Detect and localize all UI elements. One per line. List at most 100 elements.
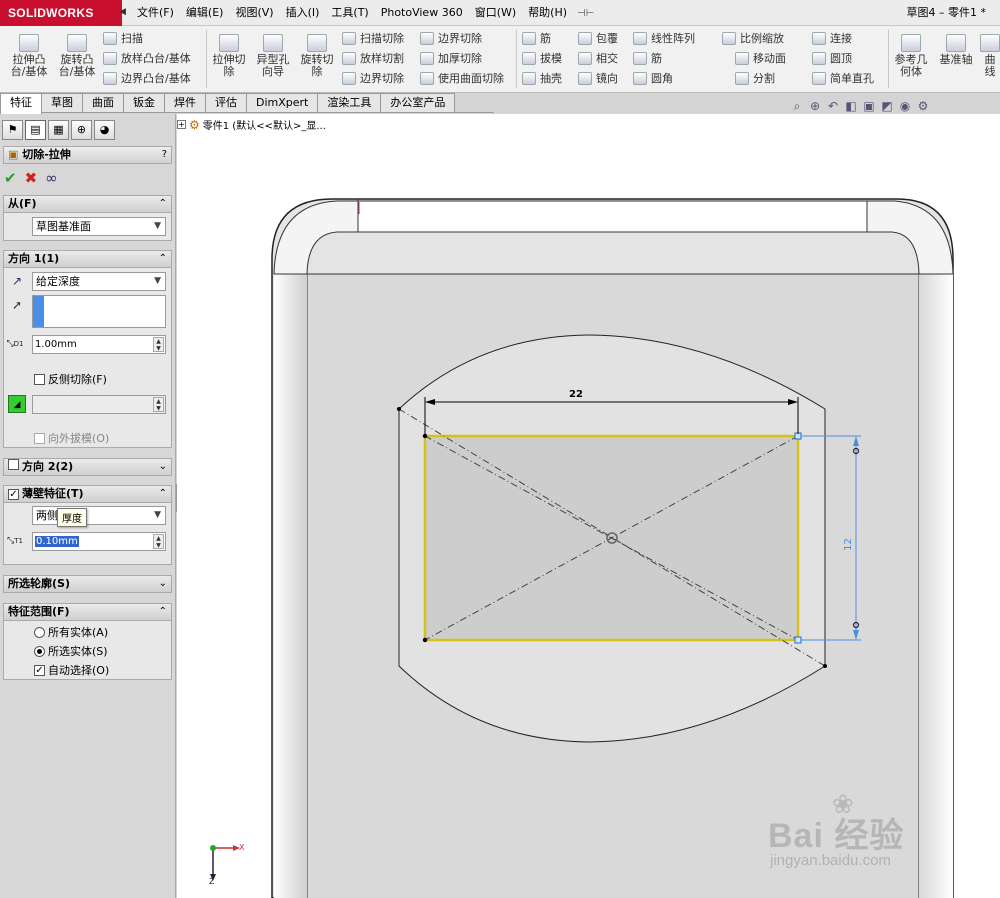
reference-axis-button[interactable]: 基准轴 — [935, 26, 977, 90]
tab-sheet-metal[interactable]: 钣金 — [123, 93, 165, 112]
spin-arrows-icon[interactable]: ▲ ▼ — [153, 337, 164, 352]
thin-type-select[interactable]: 两侧 ▼ — [32, 506, 166, 525]
zoom-to-area-icon[interactable]: ⊕ — [808, 99, 822, 113]
tab-sketch[interactable]: 草图 — [41, 93, 83, 112]
extrude-cut-button[interactable]: 拉伸切除 — [209, 26, 249, 90]
property-manager-icon[interactable]: ▤ — [25, 120, 46, 140]
expand-icon[interactable]: ⌄ — [159, 576, 167, 592]
rib-button[interactable]: 筋 — [522, 29, 551, 47]
from-section-header[interactable]: 从(F) ⌃ — [3, 195, 172, 213]
boundary-boss-button[interactable]: 边界凸台/基体 — [103, 69, 191, 87]
configuration-manager-icon[interactable]: ▦ — [48, 120, 69, 140]
help-icon[interactable]: ? — [162, 147, 167, 163]
pin-icon[interactable]: ⊣⊢ — [573, 8, 598, 19]
width-dimension-label[interactable]: 22 — [569, 389, 583, 400]
direction2-section-header[interactable]: 方向 2(2) ⌄ — [3, 458, 172, 476]
view-settings-icon[interactable]: ⚙ — [916, 99, 930, 113]
intersect-button[interactable]: 相交 — [578, 49, 618, 67]
menu-help[interactable]: 帮助(H) — [522, 0, 573, 26]
linear-pattern-button[interactable]: 线性阵列 — [633, 29, 695, 47]
menu-view[interactable]: 视图(V) — [229, 0, 279, 26]
mirror-button[interactable]: 镜向 — [578, 69, 618, 87]
all-bodies-radio[interactable]: 所有实体(A) — [34, 624, 108, 640]
menu-expand-arrow-icon[interactable]: ◀ — [119, 7, 126, 17]
selected-bodies-radio[interactable]: 所选实体(S) — [34, 643, 108, 659]
menu-edit[interactable]: 编辑(E) — [180, 0, 230, 26]
surface-cut-button[interactable]: 使用曲面切除 — [420, 69, 504, 87]
revolve-cut-button[interactable]: 旋转切除 — [297, 26, 337, 90]
menu-tools[interactable]: 工具(T) — [325, 0, 374, 26]
draft-toggle-icon[interactable]: ◢ — [8, 395, 26, 413]
curves-button[interactable]: 曲线 — [980, 26, 1000, 90]
extrude-boss-button[interactable]: 拉伸凸台/基体 — [6, 26, 52, 90]
reverse-direction-icon[interactable]: ↗ — [8, 272, 26, 290]
shell-button[interactable]: 抽壳 — [522, 69, 562, 87]
previous-view-icon[interactable]: ↶ — [826, 99, 840, 113]
preview-glasses-icon[interactable]: ∞ — [45, 169, 58, 187]
menu-photoview[interactable]: PhotoView 360 — [375, 0, 469, 26]
direction-selection-box[interactable] — [32, 295, 166, 328]
collapse-icon[interactable]: ⌃ — [159, 251, 167, 267]
thin-feature-section-header[interactable]: ✓ 薄壁特征(T) ⌃ — [3, 485, 172, 503]
lofted-cut-button[interactable]: 放样切割 — [342, 49, 404, 67]
thickness-input[interactable]: 0.10mm ▲ ▼ — [32, 532, 166, 551]
split-button[interactable]: 分割 — [735, 69, 775, 87]
view-orientation-icon[interactable]: ▣ — [862, 99, 876, 113]
section-view-icon[interactable]: ◧ — [844, 99, 858, 113]
hole-wizard-button[interactable]: 异型孔向导 — [253, 26, 293, 90]
feature-scope-section-header[interactable]: 特征范围(F) ⌃ — [3, 603, 172, 621]
from-select[interactable]: 草图基准面 ▼ — [32, 217, 166, 236]
display-style-icon[interactable]: ◩ — [880, 99, 894, 113]
tab-render-tools[interactable]: 渲染工具 — [317, 93, 382, 112]
tab-features[interactable]: 特征 — [0, 93, 42, 114]
direction1-section-header[interactable]: 方向 1(1) ⌃ — [3, 250, 172, 268]
feature-manager-icon[interactable]: ⚑ — [2, 120, 23, 140]
swept-cut-button[interactable]: 扫描切除 — [342, 29, 404, 47]
reference-geometry-button[interactable]: 参考几何体 — [893, 26, 929, 90]
menu-file[interactable]: 文件(F) — [131, 0, 180, 26]
collapse-icon[interactable]: ⌃ — [159, 196, 167, 212]
wrap-button[interactable]: 包覆 — [578, 29, 618, 47]
tab-evaluate[interactable]: 评估 — [205, 93, 247, 112]
draft-button[interactable]: 拔模 — [522, 49, 562, 67]
auto-select-checkbox[interactable]: ✓ 自动选择(O) — [34, 662, 109, 678]
tab-office-products[interactable]: 办公室产品 — [380, 93, 456, 112]
tab-dimxpert[interactable]: DimXpert — [246, 93, 319, 112]
depth-input[interactable]: 1.00mm ▲ ▼ — [32, 335, 166, 354]
spin-arrows-icon[interactable]: ▲ ▼ — [153, 534, 164, 549]
hide-show-icon[interactable]: ◉ — [898, 99, 912, 113]
height-dimension-label[interactable]: 12 — [843, 538, 854, 551]
thicken-cut-button[interactable]: 加厚切除 — [420, 49, 482, 67]
sweep-button[interactable]: 扫描 — [103, 29, 143, 47]
selected-contours-section-header[interactable]: 所选轮廓(S) ⌄ — [3, 575, 172, 593]
tab-weldments[interactable]: 焊件 — [164, 93, 206, 112]
solidworks-logo[interactable]: SOLIDWORKS — [0, 0, 122, 26]
thin-feature-checkbox[interactable]: ✓ — [8, 489, 22, 500]
rib-2-button[interactable]: 筋 — [633, 49, 662, 67]
move-face-button[interactable]: 移动面 — [735, 49, 786, 67]
zoom-to-fit-icon[interactable]: ⌕ — [790, 99, 804, 114]
display-manager-icon[interactable]: ◕ — [94, 120, 115, 140]
dome-button[interactable]: 圆顶 — [812, 49, 852, 67]
ok-check-icon[interactable]: ✔ — [4, 169, 17, 187]
tab-surfaces[interactable]: 曲面 — [82, 93, 124, 112]
cancel-x-icon[interactable]: ✖ — [25, 169, 38, 187]
simple-hole-button[interactable]: 简单直孔 — [812, 69, 874, 87]
boundary-cut-2-button[interactable]: 边界切除 — [420, 29, 482, 47]
graphics-area[interactable]: + ⚙ 零件1 (默认<<默认>_显... 22 12 X Z ❀ Bai 经验… — [177, 114, 1000, 898]
menu-insert[interactable]: 插入(I) — [280, 0, 326, 26]
menu-window[interactable]: 窗口(W) — [469, 0, 522, 26]
revolve-boss-button[interactable]: 旋转凸台/基体 — [54, 26, 100, 90]
dimxpert-manager-icon[interactable]: ⊕ — [71, 120, 92, 140]
fillet-button[interactable]: 圆角 — [633, 69, 673, 87]
end-condition-select[interactable]: 给定深度 ▼ — [32, 272, 166, 291]
collapse-icon[interactable]: ⌃ — [159, 604, 167, 620]
collapse-icon[interactable]: ⌃ — [159, 486, 167, 502]
direction2-checkbox[interactable] — [8, 459, 22, 470]
scale-button[interactable]: 比例缩放 — [722, 29, 784, 47]
boundary-cut-button[interactable]: 边界切除 — [342, 69, 404, 87]
expand-icon[interactable]: ⌄ — [159, 459, 167, 475]
flip-side-checkbox[interactable]: 反侧切除(F) — [34, 371, 107, 387]
loft-boss-button[interactable]: 放样凸台/基体 — [103, 49, 191, 67]
connect-button[interactable]: 连接 — [812, 29, 852, 47]
